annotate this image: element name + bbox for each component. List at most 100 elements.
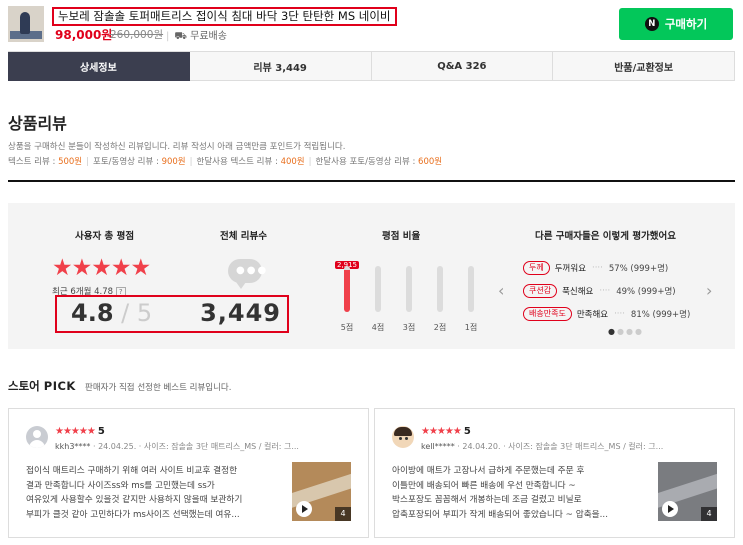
point-amount: 500원	[58, 157, 83, 167]
play-icon[interactable]	[296, 501, 312, 517]
review-line: 결과 만족합니다 사이즈ss와 ms를 고민했는데 ss가	[26, 480, 215, 491]
sale-price: 98,000원	[55, 28, 113, 42]
avatar	[26, 426, 48, 448]
media-count: 4	[335, 507, 351, 521]
ratio-bar-5: 2,915 5점	[332, 258, 362, 333]
review-description: 상품을 구매하신 분들이 작성하신 리뷰입니다. 리뷰 작성시 아래 금액만큼 …	[8, 142, 346, 152]
ratio-bar-4: 4점	[363, 258, 393, 333]
point-amount: 400원	[280, 157, 305, 167]
rating-ratio-heading: 평점 비율	[382, 231, 421, 242]
ratio-bar-2: 2점	[425, 258, 455, 333]
truck-icon: ⛟	[174, 31, 187, 42]
review-rating: ★★★★★ 5	[55, 426, 105, 437]
trait-row: 두께 두꺼워요 ···· 57% (999+명)	[523, 261, 668, 275]
trait-tag: 배송만족도	[523, 307, 572, 321]
review-date: 24.04.25.	[98, 442, 137, 451]
review-card[interactable]: ★★★★★ 5 kell***** · 24.04.20. · 사이즈: 잠솔솔 …	[374, 408, 735, 538]
trait-value: 만족해요	[576, 310, 609, 320]
original-price: 260,000원	[110, 29, 164, 41]
review-meta: kkh3**** · 24.04.25. · 사이즈: 잠솔솔 3단 매트리스_…	[55, 442, 299, 451]
review-date: 24.04.20.	[462, 442, 501, 451]
ratio-fill	[344, 269, 350, 312]
avg-stars: ★★★★★	[52, 255, 151, 281]
avg-score: 4.8 / 5	[71, 299, 152, 327]
evaluation-heading: 다른 구매자들은 이렇게 평가했어요	[535, 231, 677, 242]
store-pick-subtitle: 판매자가 직접 선정한 베스트 리뷰입니다.	[85, 383, 232, 393]
tab-return-exchange[interactable]: 반품/교환정보	[553, 52, 735, 81]
shipping-label: 무료배송	[190, 31, 227, 42]
person-shape	[20, 12, 30, 34]
store-pick-title: 스토어 PICK	[8, 378, 76, 394]
review-line: 아이방에 매트가 고장나서 급하게 주문했는데 주문 후	[392, 466, 585, 476]
store-pick-label: PICK	[43, 379, 76, 393]
review-option: 사이즈: 잠솔솔 3단 매트리스_MS / 컬러: 그...	[143, 442, 299, 451]
review-media-thumbnail[interactable]: 4	[658, 462, 717, 521]
review-line: 부피가 클것 같아 고민하다가 ms사이즈 선택했는데 여유...	[26, 509, 240, 520]
store-pick-prefix: 스토어	[8, 379, 40, 393]
total-reviews-heading: 전체 리뷰수	[220, 231, 268, 242]
trait-percent: 49% (999+명)	[616, 287, 676, 297]
point-amount: 900원	[161, 157, 186, 167]
tab-qna[interactable]: Q&A 326	[371, 52, 554, 81]
shipping-info: | ⛟ 무료배송	[166, 27, 227, 44]
trait-value: 푹신해요	[562, 287, 594, 297]
ratio-label: 2점	[433, 323, 447, 332]
tab-detail[interactable]: 상세정보	[8, 52, 190, 81]
divider: |	[189, 157, 193, 167]
review-user: kell*****	[421, 442, 455, 451]
ratio-track	[406, 266, 412, 312]
avg-score-value: 4.8	[71, 299, 114, 327]
review-score: 5	[463, 426, 471, 437]
point-label: 포토/동영상 리뷰 :	[93, 157, 162, 167]
review-line: 여유있게 사용할수 있을것 같지만 사용하지 않을때 보관하기	[26, 495, 243, 505]
review-score: 5	[97, 426, 105, 437]
carousel-pager[interactable]: ●●●●	[608, 327, 644, 336]
product-thumbnail[interactable]	[8, 6, 44, 42]
ratio-label: 1점	[464, 323, 478, 332]
review-point-info: 텍스트 리뷰 : 500원 | 포토/동영상 리뷰 : 900원 | 한달사용 텍스트 …	[8, 155, 442, 167]
review-user: kkh3****	[55, 442, 91, 451]
buy-button-label: 구매하기	[664, 17, 708, 31]
ratio-label: 4점	[371, 323, 385, 332]
product-title: 누보레 잠솔솔 토퍼매트리스 접이식 침대 바닥 3단 탄탄한 MS 네이비	[52, 7, 397, 26]
point-label: 텍스트 리뷰 :	[8, 157, 59, 167]
play-icon[interactable]	[662, 501, 678, 517]
ratio-track	[375, 266, 381, 312]
trait-dots: ····	[592, 263, 603, 273]
review-rating: ★★★★★ 5	[421, 426, 471, 437]
ratio-track	[344, 266, 350, 312]
section-title: 상품리뷰	[8, 114, 67, 133]
trait-value: 두꺼워요	[554, 264, 587, 274]
review-meta: kell***** · 24.04.20. · 사이즈: 잠솔솔 3단 매트리스…	[421, 442, 664, 451]
review-card[interactable]: ★★★★★ 5 kkh3**** · 24.04.25. · 사이즈: 잠솔솔 3…	[8, 408, 369, 538]
trait-dots: ····	[614, 309, 625, 319]
ratio-bar-3: 3점	[394, 258, 424, 333]
rating-highlight-box: 4.8 / 5 3,449	[55, 295, 289, 333]
divider: |	[86, 157, 89, 167]
trait-row: 배송만족도 만족해요 ···· 81% (999+명)	[523, 307, 690, 321]
point-amount: 600원	[418, 157, 443, 167]
speech-bubble-icon: ●●●	[228, 259, 266, 289]
divider: |	[166, 31, 170, 42]
trait-tag: 쿠션감	[523, 284, 558, 298]
review-stars: ★★★★★	[55, 426, 96, 437]
buy-button[interactable]: N 구매하기	[619, 8, 733, 40]
trait-tag: 두께	[523, 261, 550, 275]
ratio-label: 5점	[340, 323, 354, 332]
naver-pay-icon: N	[644, 17, 659, 31]
trait-dots: ····	[599, 286, 611, 296]
tab-reviews[interactable]: 리뷰 3,449	[189, 52, 372, 81]
review-media-thumbnail[interactable]: 4	[292, 462, 351, 521]
review-line: 접이식 매트리스 구매하기 위해 여러 사이트 비교후 결정한	[26, 466, 238, 476]
section-divider	[8, 180, 735, 182]
trait-row: 쿠션감 푹신해요 ···· 49% (999+명)	[523, 284, 676, 298]
avg-score-max: / 5	[113, 299, 153, 327]
trait-percent: 81% (999+명)	[630, 310, 691, 320]
ratio-label: 3점	[402, 323, 416, 332]
avg-rating-heading: 사용자 총 평점	[75, 231, 135, 242]
point-label: 한달사용 텍스트 리뷰 :	[196, 157, 281, 167]
chevron-left-icon[interactable]: ‹	[498, 281, 504, 300]
chevron-right-icon[interactable]: ›	[706, 281, 712, 300]
review-line: 압축포장되어 부피가 작게 배송되어 좋았습니다 ~ 압축을...	[392, 509, 608, 520]
rating-ratio-chart: 2,915 5점 4점 3점 2점 1점	[332, 258, 482, 348]
